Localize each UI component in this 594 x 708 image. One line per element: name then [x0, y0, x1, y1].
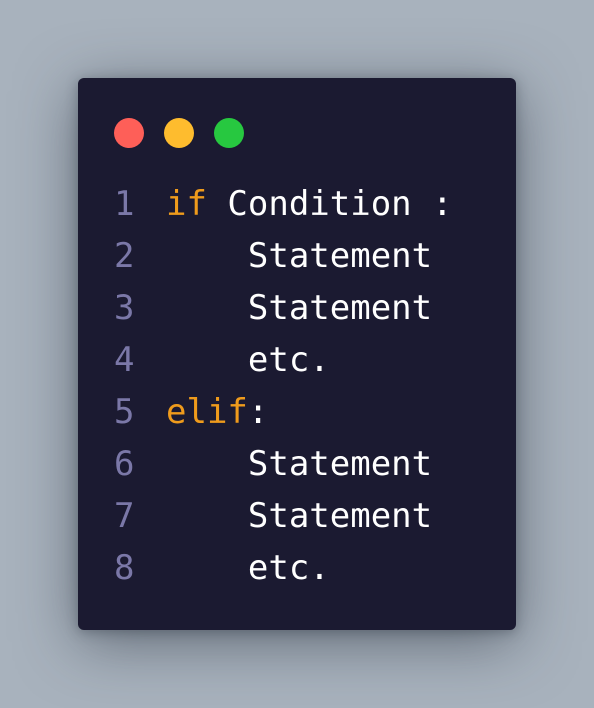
code-line: 8 etc. [114, 542, 453, 594]
maximize-button[interactable] [214, 118, 244, 148]
code-window: 1 if Condition : 2 Statement 3 Statement… [78, 78, 516, 630]
code-text: etc. [247, 548, 330, 588]
code-text: Statement [247, 496, 433, 536]
keyword: if [166, 184, 207, 224]
close-button[interactable] [114, 118, 144, 148]
line-number: 1 [114, 184, 135, 224]
line-content: Statement [166, 490, 432, 542]
minimize-button[interactable] [164, 118, 194, 148]
code-text: Statement [247, 236, 433, 276]
code-line: 6 Statement [114, 438, 453, 490]
code-text: etc. [247, 340, 330, 380]
line-number: 6 [114, 444, 135, 484]
code-block: 1 if Condition : 2 Statement 3 Statement… [114, 178, 453, 594]
code-line: 5 elif: [114, 386, 453, 438]
keyword: elif [166, 392, 248, 432]
line-content: elif: [166, 386, 268, 438]
line-content: if Condition : [166, 178, 453, 230]
line-number: 4 [114, 340, 135, 380]
code-line: 2 Statement [114, 230, 453, 282]
code-text: Statement [247, 444, 433, 484]
line-content: Statement [166, 230, 432, 282]
code-text: : [247, 392, 269, 432]
line-number: 5 [114, 392, 135, 432]
line-number: 7 [114, 496, 135, 536]
line-content: etc. [166, 542, 330, 594]
code-line: 4 etc. [114, 334, 453, 386]
code-text: Condition : [206, 184, 453, 224]
line-number: 8 [114, 548, 135, 588]
line-content: Statement [166, 282, 432, 334]
code-line: 1 if Condition : [114, 178, 453, 230]
code-line: 3 Statement [114, 282, 453, 334]
line-content: Statement [166, 438, 432, 490]
line-number: 3 [114, 288, 135, 328]
line-content: etc. [166, 334, 330, 386]
code-text: Statement [247, 288, 433, 328]
line-number: 2 [114, 236, 135, 276]
code-line: 7 Statement [114, 490, 453, 542]
